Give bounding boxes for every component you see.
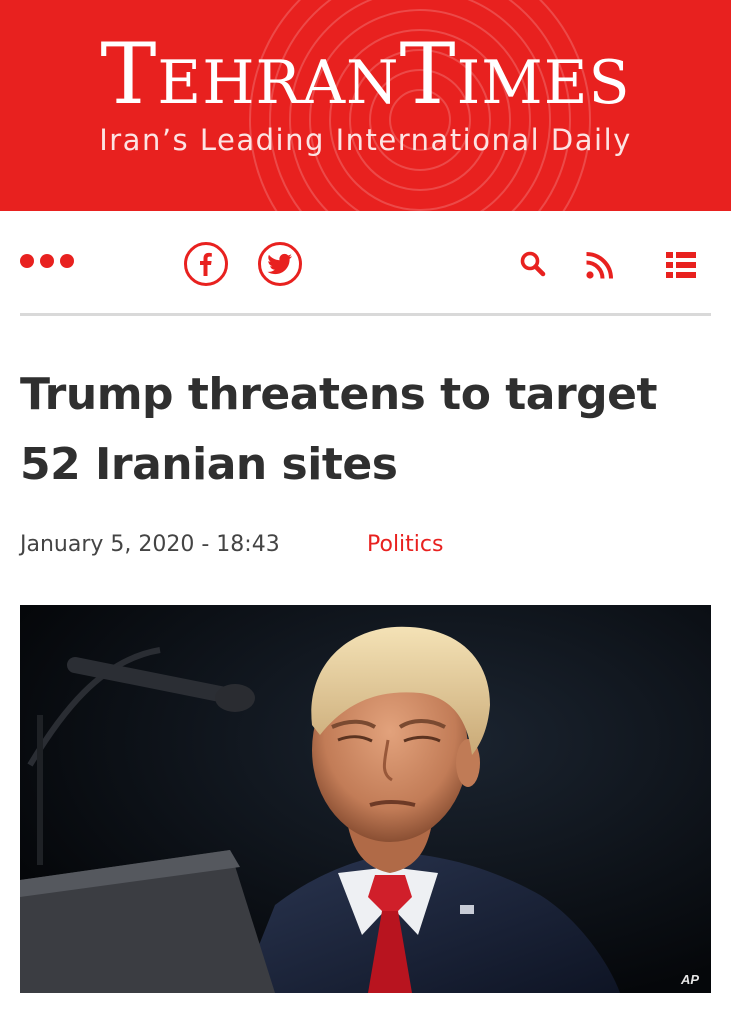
- masthead: TEHRANTIMES Iran’s Leading International…: [0, 0, 731, 211]
- article-photo-illustration: [20, 605, 711, 993]
- menu-list-icon: [666, 252, 696, 278]
- article-headline: Trump threatens to target 52 Iranian sit…: [20, 369, 658, 490]
- site-tagline: Iran’s Leading International Daily: [99, 123, 632, 157]
- more-dots-icon[interactable]: [20, 254, 74, 268]
- rss-button[interactable]: [583, 248, 617, 282]
- search-button[interactable]: [517, 248, 551, 282]
- article-photo[interactable]: AP: [20, 605, 711, 993]
- nav-divider: [20, 313, 711, 316]
- photo-credit: AP: [680, 972, 699, 987]
- logo-initial-t2: T: [399, 25, 457, 123]
- logo-word-ehran: EHRAN: [157, 48, 400, 118]
- logo-initial-t1: T: [100, 25, 158, 123]
- facebook-button[interactable]: [184, 242, 228, 286]
- top-navbar: [20, 230, 711, 298]
- twitter-button[interactable]: [258, 242, 302, 286]
- logo-word-imes: IMES: [456, 48, 631, 118]
- facebook-icon: [200, 252, 212, 276]
- search-icon: [520, 251, 546, 277]
- rss-icon: [586, 252, 613, 279]
- site-logo[interactable]: TEHRANTIMES: [0, 32, 731, 119]
- twitter-icon: [267, 253, 292, 275]
- article-category-link[interactable]: Politics: [367, 532, 443, 557]
- menu-button[interactable]: [664, 248, 698, 282]
- article-date: January 5, 2020 - 18:43: [20, 532, 280, 557]
